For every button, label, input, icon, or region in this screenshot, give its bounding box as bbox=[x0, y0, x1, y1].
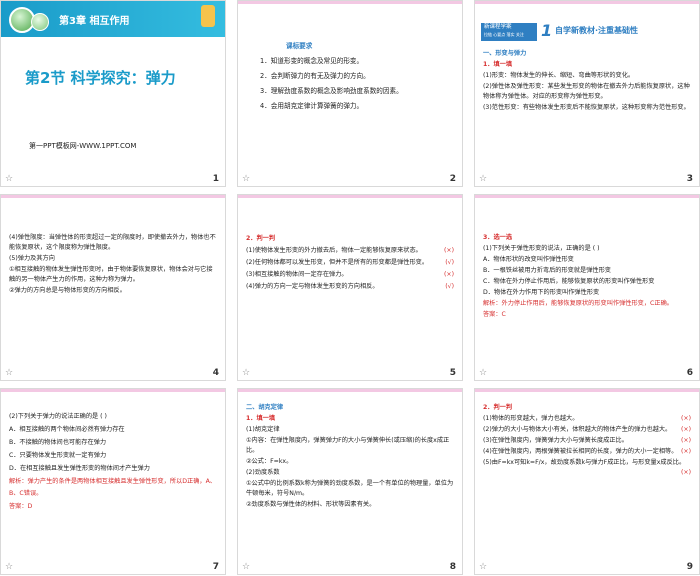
top-stripe bbox=[238, 195, 462, 198]
page-number: 5 bbox=[449, 368, 456, 378]
star-icon: ☆ bbox=[479, 368, 488, 378]
page-number: 1 bbox=[212, 174, 219, 184]
sub-title: 1．填一填 bbox=[483, 61, 513, 68]
answer: 答案：D bbox=[9, 503, 33, 510]
course-badge: 新课程学案 拉链 心要点 落实 关注 bbox=[481, 23, 537, 41]
judge-item: (4)弹力的方向一定与物体发生形变的方向相反。 (√) bbox=[246, 283, 454, 290]
page-number: 6 bbox=[686, 368, 693, 378]
logo-icon bbox=[201, 5, 215, 27]
section-title: 第2节 科学探究：弹力 bbox=[25, 69, 176, 87]
option: D．在相互接触且发生弹性形变的物体间才产生弹力 bbox=[9, 465, 150, 472]
slide-title: 课标要求 bbox=[286, 42, 313, 50]
line: ②劲度系数与弹性体的材料、形状等因素有关。 bbox=[246, 501, 376, 508]
option: A．物体形状的改变叫作弹性形变 bbox=[483, 256, 574, 263]
top-stripe bbox=[238, 1, 462, 4]
header-text: 自学新教材·注重基础性 bbox=[555, 26, 639, 35]
judge-item: (1)物体的形变越大，弹力也越大。 (×) bbox=[483, 415, 691, 422]
slide-title: 二、胡克定律 bbox=[246, 404, 284, 411]
question: (1)下列关于弹性形变的说法，正确的是 ( ) bbox=[483, 245, 600, 252]
slide-7[interactable]: (2)下列关于弹力的说法正确的是 ( ) A．相互接触的两个物体间必然有弹力存在… bbox=[0, 388, 226, 575]
badge-bottom: 拉链 心要点 落实 关注 bbox=[484, 32, 524, 37]
top-stripe bbox=[475, 389, 699, 392]
option: A．相互接触的两个物体间必然有弹力存在 bbox=[9, 426, 125, 433]
slide-9[interactable]: 2．判一判 (1)物体的形变越大，弹力也越大。 (×) (2)弹力的大小与物体大小… bbox=[474, 388, 700, 575]
page-number: 4 bbox=[212, 368, 219, 378]
line: (4)弹性限度：当弹性体的形变超过一定的限度时，即使撤去外力，物体也不能恢复原状… bbox=[9, 234, 216, 251]
line: 1．知道形变的概念及常见的形变。 bbox=[260, 57, 364, 65]
judge-item: (3)在弹性限度内，弹簧弹力大小与弹簧长度成正比。 (×) bbox=[483, 437, 691, 444]
line: (1)胡克定律 bbox=[246, 426, 280, 433]
slide-1[interactable]: 第3章 相互作用 第2节 科学探究：弹力 第一PPT模板网-WWW.1PPT.C… bbox=[0, 0, 226, 187]
line: 2．会判断弹力的有无及弹力的方向。 bbox=[260, 72, 370, 80]
line: (1)形变：物体发生的伸长、缩短、弯曲等形状的变化。 bbox=[483, 72, 635, 79]
page-number: 7 bbox=[212, 562, 219, 572]
star-icon: ☆ bbox=[479, 174, 488, 184]
slide-2[interactable]: 课标要求 1．知道形变的概念及常见的形变。 2．会判断弹力的有无及弹力的方向。 … bbox=[237, 0, 463, 187]
explanation: 解析：弹力产生的条件是两物体相互接触且发生弹性形变，所以D正确，A、B、C错误。 bbox=[9, 478, 216, 497]
line: ②公式：F=kx。 bbox=[246, 458, 293, 465]
chapter-title: 第3章 相互作用 bbox=[59, 16, 130, 27]
line: 3．理解劲度系数的概念及影响劲度系数的因素。 bbox=[260, 87, 403, 95]
judge-item: (2)弹力的大小与物体大小有关，体积越大的物体产生的弹力也越大。 (×) bbox=[483, 426, 691, 433]
slide-8[interactable]: 二、胡克定律 1．填一填 (1)胡克定律 ①内容：在弹性限度内，弹簧弹力F的大小… bbox=[237, 388, 463, 575]
line: 4．会用胡克定律计算弹簧的弹力。 bbox=[260, 102, 364, 110]
line: (3)范性形变：有些物体发生形变后不能恢复原状，这种形变称为范性形变。 bbox=[483, 104, 690, 111]
top-stripe bbox=[475, 1, 699, 4]
judge-item: (5)由F=kx可知k=F/x，故劲度系数k与弹力F成正比，与形变量x成反比。(… bbox=[483, 459, 691, 476]
judge-item: (4)在弹性限度内，两根弹簧被拉长相同的长度，弹力的大小一定相等。 (×) bbox=[483, 448, 691, 455]
explanation: 解析：外力停止作用后，能够恢复原状的形变叫作弹性形变，C正确。 bbox=[483, 300, 673, 307]
line: (5)弹力及其方向 bbox=[9, 255, 55, 262]
star-icon: ☆ bbox=[242, 368, 251, 378]
top-stripe bbox=[475, 195, 699, 198]
page-number: 9 bbox=[686, 562, 693, 572]
slide-title: 3．选一选 bbox=[483, 234, 513, 241]
option: C．物体在外力停止作用后，能够恢复原状的形变叫作弹性形变 bbox=[483, 278, 655, 285]
option: B．一根铁丝被用力折弯后的形变就是弹性形变 bbox=[483, 267, 611, 274]
slide-6[interactable]: 3．选一选 (1)下列关于弹性形变的说法，正确的是 ( ) A．物体形状的改变叫… bbox=[474, 194, 700, 381]
question: (2)下列关于弹力的说法正确的是 ( ) bbox=[9, 413, 107, 420]
slide-title: 2．判一判 bbox=[483, 404, 513, 411]
slide-title: 2．判一判 bbox=[246, 235, 276, 242]
slide-3[interactable]: 新课程学案 拉链 心要点 落实 关注 1 自学新教材·注重基础性 一、形变与弹力… bbox=[474, 0, 700, 187]
star-icon: ☆ bbox=[479, 562, 488, 572]
option: D．物体在外力作用下的形变叫作弹性形变 bbox=[483, 289, 600, 296]
line: ①内容：在弹性限度内，弹簧弹力F的大小与弹簧伸长(或压缩)的长度x成正比。 bbox=[246, 437, 450, 454]
option: B．不接触的物体间也可能存在弹力 bbox=[9, 439, 107, 446]
answer: 答案：C bbox=[483, 311, 506, 318]
page-number: 3 bbox=[686, 174, 693, 184]
page-number: 2 bbox=[449, 174, 456, 184]
judge-item: (2)任何物体都可以发生形变，但并不是所有的形变都是弹性形变。 (√) bbox=[246, 259, 454, 266]
star-icon: ☆ bbox=[5, 174, 14, 184]
star-icon: ☆ bbox=[242, 562, 251, 572]
slide-sorter-grid: 第3章 相互作用 第2节 科学探究：弹力 第一PPT模板网-WWW.1PPT.C… bbox=[0, 0, 700, 576]
header-number: 1 bbox=[541, 21, 553, 40]
option: C．只要物体发生形变就一定有弹力 bbox=[9, 452, 107, 459]
slide-4[interactable]: (4)弹性限度：当弹性体的形变超过一定的限度时，即使撤去外力，物体也不能恢复原状… bbox=[0, 194, 226, 381]
star-icon: ☆ bbox=[242, 174, 251, 184]
top-stripe bbox=[1, 389, 225, 392]
line: ①公式中的比例系数k称为弹簧的劲度系数，是一个有单位的物理量，单位为牛顿每米，符… bbox=[246, 480, 454, 497]
top-stripe bbox=[238, 389, 462, 392]
star-icon: ☆ bbox=[5, 562, 14, 572]
badge-top: 新课程学案 bbox=[484, 24, 512, 30]
line: (2)弹性体及弹性形变：某些发生形变的物体在撤去外力后能恢复原状，这种物体称为弹… bbox=[483, 83, 690, 100]
line: (2)劲度系数 bbox=[246, 469, 280, 476]
green-ball-small-icon bbox=[31, 13, 49, 31]
judge-item: (1)使物体发生形变的外力撤去后，物体一定能够恢复原来状态。 (×) bbox=[246, 247, 454, 254]
star-icon: ☆ bbox=[5, 368, 14, 378]
judge-item: (3)相互接触的物体间一定存在弹力。 (×) bbox=[246, 271, 454, 278]
slide-5[interactable]: 2．判一判 (1)使物体发生形变的外力撤去后，物体一定能够恢复原来状态。 (×) … bbox=[237, 194, 463, 381]
line: ②弹力的方向总是与物体形变的方向相反。 bbox=[9, 287, 126, 294]
line: ①相互接触的物体发生弹性形变时，由于物体要恢复原状，物体会对与它接触的另一物体产… bbox=[9, 266, 213, 283]
page-number: 8 bbox=[449, 562, 456, 572]
top-stripe bbox=[1, 195, 225, 198]
sub-title: 一、形变与弹力 bbox=[483, 50, 527, 57]
footer-text: 第一PPT模板网-WWW.1PPT.COM bbox=[29, 142, 137, 150]
sub-title: 1．填一填 bbox=[246, 415, 276, 422]
